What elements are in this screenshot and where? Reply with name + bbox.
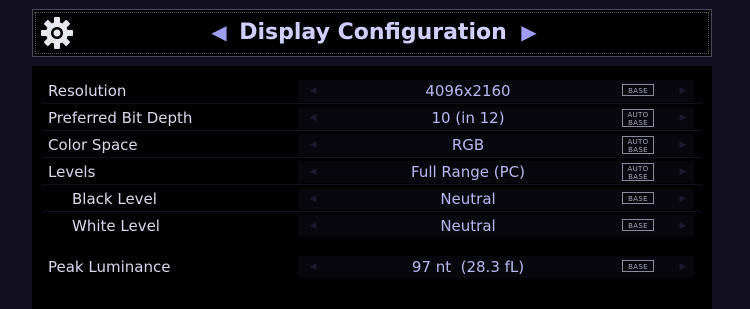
base-badge: BASE (622, 192, 654, 204)
row-divider (42, 130, 702, 131)
settings-panel: Resolution ◀ 4096x2160 BASE ▶ Preferred … (32, 66, 712, 309)
row-divider (42, 184, 702, 185)
increase-arrow-icon[interactable]: ▶ (678, 164, 688, 180)
setting-row-color-space[interactable]: Color Space ◀ RGB AUTO BASE ▶ (42, 132, 702, 158)
setting-row-levels[interactable]: Levels ◀ Full Range (PC) AUTO BASE ▶ (42, 159, 702, 185)
prev-page-arrow-icon[interactable]: ◀ (209, 20, 229, 44)
auto-base-badge: AUTO BASE (622, 136, 654, 154)
setting-row-black-level[interactable]: Black Level ◀ Neutral BASE ▶ (42, 186, 702, 212)
decrease-arrow-icon[interactable]: ◀ (308, 191, 318, 207)
setting-label: Black Level (72, 190, 157, 208)
setting-value: 4096x2160 (425, 82, 511, 100)
header-bar: ◀ Display Configuration ▶ (32, 9, 712, 57)
setting-row-peak-luminance[interactable]: Peak Luminance ◀ 97 nt (28.3 fL) BASE ▶ (42, 254, 702, 280)
next-page-arrow-icon[interactable]: ▶ (519, 20, 539, 44)
page-title: Display Configuration (239, 20, 507, 45)
increase-arrow-icon[interactable]: ▶ (678, 137, 688, 153)
decrease-arrow-icon[interactable]: ◀ (308, 137, 318, 153)
base-badge: BASE (622, 219, 654, 231)
increase-arrow-icon[interactable]: ▶ (678, 259, 688, 275)
setting-value-selector[interactable]: ◀ RGB AUTO BASE ▶ (298, 134, 694, 156)
setting-value-selector[interactable]: ◀ Full Range (PC) AUTO BASE ▶ (298, 161, 694, 183)
base-badge: BASE (622, 260, 654, 272)
setting-value-selector[interactable]: ◀ Neutral BASE ▶ (298, 215, 694, 237)
setting-value-selector[interactable]: ◀ 97 nt (28.3 fL) BASE ▶ (298, 256, 694, 278)
row-divider (42, 211, 702, 212)
decrease-arrow-icon[interactable]: ◀ (308, 110, 318, 126)
decrease-arrow-icon[interactable]: ◀ (308, 218, 318, 234)
setting-label: Levels (48, 163, 96, 181)
decrease-arrow-icon[interactable]: ◀ (308, 259, 318, 275)
increase-arrow-icon[interactable]: ▶ (678, 83, 688, 99)
row-divider (42, 103, 702, 104)
setting-row-white-level[interactable]: White Level ◀ Neutral BASE ▶ (42, 213, 702, 239)
setting-label: Peak Luminance (48, 258, 171, 276)
setting-label: Resolution (48, 82, 127, 100)
setting-label: White Level (72, 217, 160, 235)
auto-base-badge: AUTO BASE (622, 163, 654, 181)
setting-value-selector[interactable]: ◀ Neutral BASE ▶ (298, 188, 694, 210)
setting-value-selector[interactable]: ◀ 10 (in 12) AUTO BASE ▶ (298, 107, 694, 129)
setting-row-bit-depth[interactable]: Preferred Bit Depth ◀ 10 (in 12) AUTO BAS… (42, 105, 702, 131)
setting-value: Full Range (PC) (411, 163, 525, 181)
setting-value: 97 nt (28.3 fL) (411, 258, 525, 276)
auto-base-badge: AUTO BASE (622, 109, 654, 127)
setting-value: Neutral (440, 217, 496, 235)
setting-label: Color Space (48, 136, 138, 154)
decrease-arrow-icon[interactable]: ◀ (308, 164, 318, 180)
base-badge: BASE (622, 84, 654, 96)
increase-arrow-icon[interactable]: ▶ (678, 191, 688, 207)
setting-value: 10 (in 12) (431, 109, 505, 127)
setting-value: Neutral (440, 190, 496, 208)
increase-arrow-icon[interactable]: ▶ (678, 110, 688, 126)
setting-label: Preferred Bit Depth (48, 109, 193, 127)
gear-icon[interactable] (39, 15, 75, 51)
setting-value-selector[interactable]: ◀ 4096x2160 BASE ▶ (298, 80, 694, 102)
decrease-arrow-icon[interactable]: ◀ (308, 83, 318, 99)
increase-arrow-icon[interactable]: ▶ (678, 218, 688, 234)
setting-value: RGB (451, 136, 485, 154)
row-divider (42, 157, 702, 158)
setting-row-resolution[interactable]: Resolution ◀ 4096x2160 BASE ▶ (42, 78, 702, 104)
